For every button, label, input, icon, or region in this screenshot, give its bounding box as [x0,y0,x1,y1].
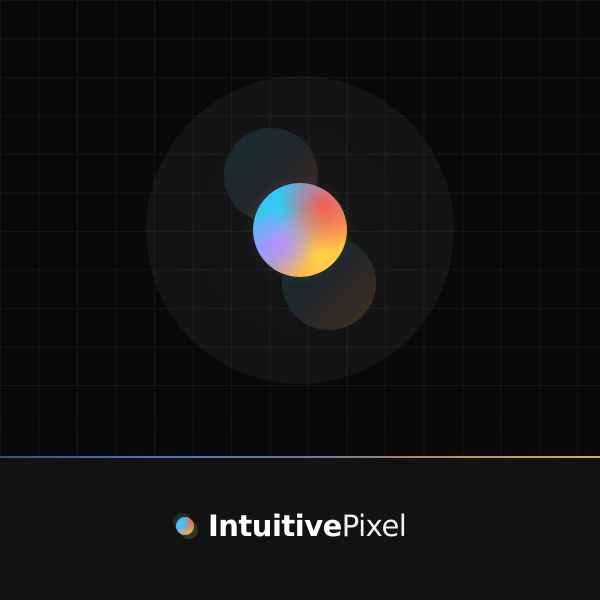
brand-name-light: Pixel [341,509,407,543]
brand-name-bold: Intuitive [208,509,342,543]
logo-orb-icon [176,517,194,535]
brand-wordmark: IntuitivePixel [208,509,407,543]
gradient-orb-icon [253,183,347,277]
brand-logo: IntuitivePixel [170,509,407,543]
canvas: IntuitivePixel [0,0,600,600]
hero-grid-background [0,0,600,456]
orb-logo-icon [170,511,200,541]
